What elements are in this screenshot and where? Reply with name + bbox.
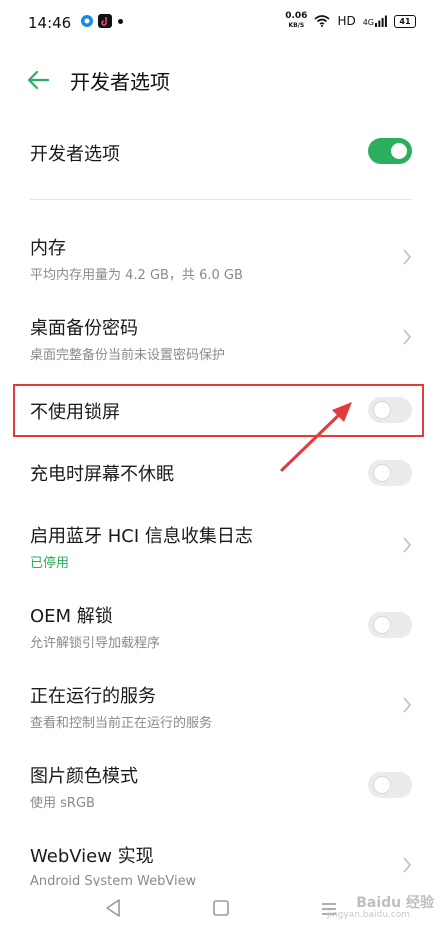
item-title: WebView 实现 [30,846,154,867]
net-speed-unit: KB/S [288,22,305,29]
watermark-url: jingyan.baidu.com [326,910,410,920]
section-divider [30,199,412,200]
settings-item-bluetooth-hci-log[interactable]: 启用蓝牙 HCI 信息收集日志 已停用 [0,512,440,578]
app-notification-icon [81,15,93,27]
settings-item-running-services[interactable]: 正在运行的服务 查看和控制当前正在运行的服务 [0,672,440,738]
item-status: 已停用 [30,556,70,571]
item-title: 正在运行的服务 [30,686,156,707]
chevron-right-icon [403,697,412,713]
item-subtitle: 平均内存用量为 4.2 GB，共 6.0 GB [30,268,243,283]
stay-awake-switch[interactable] [368,460,412,486]
nav-home-icon[interactable] [212,898,230,918]
chevron-right-icon [403,329,412,345]
settings-item-stay-awake[interactable]: 充电时屏幕不休眠 [0,448,440,498]
developer-options-toggle-row[interactable]: 开发者选项 [0,126,440,180]
item-title: 充电时屏幕不休眠 [30,464,174,485]
switch-knob [374,465,390,481]
developer-options-label: 开发者选项 [30,144,120,165]
switch-knob [374,777,390,793]
item-subtitle: 使用 sRGB [30,796,95,811]
wifi-icon [314,15,330,27]
chevron-right-icon [403,857,412,873]
net-speed: 0.06 KB/S [285,12,307,30]
net-speed-value: 0.06 [285,11,308,21]
item-title: 桌面备份密码 [30,318,138,339]
settings-item-memory[interactable]: 内存 平均内存用量为 4.2 GB，共 6.0 GB [0,224,440,290]
battery-icon: 41 [394,14,416,28]
settings-item-oem-unlock[interactable]: OEM 解锁 允许解锁引导加载程序 [0,592,440,658]
signal-type: 4G [362,18,374,27]
back-button[interactable] [22,66,52,94]
item-subtitle: 查看和控制当前正在运行的服务 [30,716,213,731]
item-title: 内存 [30,238,66,259]
status-indicators: 0.06 KB/S HD 4G 41 [285,12,416,30]
chevron-right-icon [403,537,412,553]
watermark-logo: Baidu 经验 [356,895,434,911]
settings-item-backup-password[interactable]: 桌面备份密码 桌面完整备份当前未设置密码保护 [0,304,440,370]
signal-indicator: 4G [363,15,387,27]
app-header: 开发者选项 [0,56,440,104]
highlight-box [13,384,424,437]
item-title: 启用蓝牙 HCI 信息收集日志 [30,526,253,547]
hd-badge: HD [337,14,356,28]
more-notifications-dot-icon [118,19,123,24]
back-arrow-icon [27,70,50,90]
switch-knob [391,143,407,159]
page-title: 开发者选项 [70,70,170,94]
tiktok-notification-icon [98,14,112,28]
switch-knob [374,617,390,633]
signal-bars-icon [375,15,387,27]
chevron-right-icon [403,249,412,265]
settings-item-webview[interactable]: WebView 实现 Android System WebView [0,832,440,889]
oem-unlock-switch[interactable] [368,612,412,638]
settings-item-picture-color-mode[interactable]: 图片颜色模式 使用 sRGB [0,752,440,818]
nav-back-icon[interactable] [104,898,122,918]
status-bar: 14:46 0.06 KB/S HD 4G 41 [0,0,440,46]
item-title: 图片颜色模式 [30,766,138,787]
item-subtitle: 允许解锁引导加载程序 [30,636,161,651]
status-time: 14:46 [28,14,72,32]
picture-color-mode-switch[interactable] [368,772,412,798]
item-subtitle: 桌面完整备份当前未设置密码保护 [30,348,226,363]
developer-options-switch[interactable] [368,138,412,164]
item-title: OEM 解锁 [30,606,113,627]
